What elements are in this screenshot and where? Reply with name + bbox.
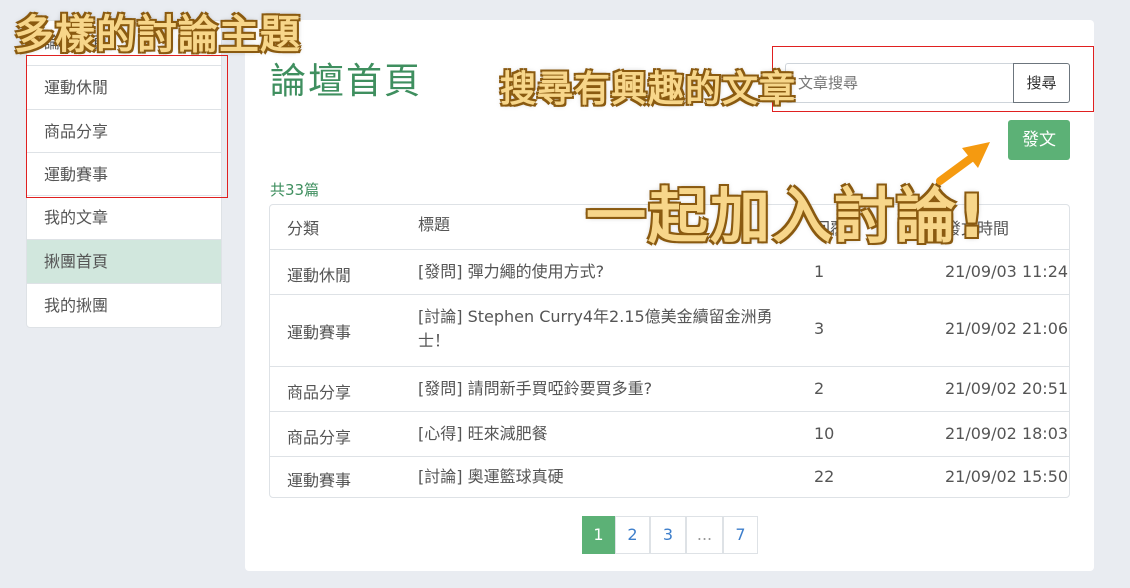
row-replies: 3 bbox=[814, 319, 825, 338]
row-category: 商品分享 bbox=[287, 428, 352, 447]
sidebar-item-my-groups[interactable]: 我的揪團 bbox=[27, 283, 221, 327]
row-time: 21/09/02 15:50 bbox=[945, 467, 1069, 486]
sidebar-item-group-home[interactable]: 揪團首頁 bbox=[27, 239, 221, 283]
page-button-7[interactable]: 7 bbox=[723, 516, 758, 554]
row-time: 21/09/02 18:03 bbox=[945, 424, 1069, 443]
header-replies: 回覆 bbox=[814, 219, 847, 238]
row-title-link[interactable]: [討論] Stephen Curry4年2.15億美金續留金洲勇士！ bbox=[418, 305, 788, 353]
row-replies: 1 bbox=[814, 262, 825, 281]
sidebar-item-product-share[interactable]: 商品分享 bbox=[27, 109, 221, 153]
row-replies: 22 bbox=[814, 467, 835, 486]
row-title-link[interactable]: [發問] 請問新手買啞鈴要買多重? bbox=[418, 377, 788, 401]
page-button-1[interactable]: 1 bbox=[582, 516, 615, 554]
row-title-link[interactable]: [發問] 彈力繩的使用方式? bbox=[418, 260, 788, 284]
search-input[interactable] bbox=[785, 63, 1013, 103]
row-category: 運動休閒 bbox=[287, 266, 352, 285]
table-row[interactable]: 運動休閒 [發問] 彈力繩的使用方式? 1 21/09/03 11:24 bbox=[270, 249, 1069, 295]
page-title: 論壇首頁 bbox=[270, 61, 423, 102]
header-title: 標題 bbox=[418, 215, 451, 234]
row-time: 21/09/02 21:06 bbox=[945, 319, 1069, 338]
row-title-link[interactable]: [討論] 奧運籃球真硬 bbox=[418, 465, 788, 489]
table-header: 分類 標題 回覆 發文時間 bbox=[270, 205, 1069, 249]
row-time: 21/09/03 11:24 bbox=[945, 262, 1069, 281]
sidebar-item-my-articles[interactable]: 我的文章 bbox=[27, 195, 221, 239]
sidebar-item-forum-home[interactable]: 論壇首頁 bbox=[27, 21, 221, 65]
sidebar-item-sports-leisure[interactable]: 運動休閒 bbox=[27, 65, 221, 109]
sidebar-item-sports-events[interactable]: 運動賽事 bbox=[27, 152, 221, 196]
page-button-3[interactable]: 3 bbox=[650, 516, 686, 554]
sidebar: 論壇首頁 運動休閒 商品分享 運動賽事 我的文章 揪團首頁 我的揪團 bbox=[26, 20, 222, 328]
article-table: 分類 標題 回覆 發文時間 運動休閒 [發問] 彈力繩的使用方式? 1 21/0… bbox=[269, 204, 1070, 498]
row-category: 商品分享 bbox=[287, 383, 352, 402]
table-row[interactable]: 運動賽事 [討論] Stephen Curry4年2.15億美金續留金洲勇士！ … bbox=[270, 294, 1069, 367]
page-button-2[interactable]: 2 bbox=[615, 516, 650, 554]
row-replies: 2 bbox=[814, 379, 825, 398]
page-ellipsis: ... bbox=[686, 516, 723, 554]
article-count: 共33篇 bbox=[270, 181, 320, 199]
row-category: 運動賽事 bbox=[287, 323, 352, 342]
header-post-time: 發文時間 bbox=[945, 219, 1010, 238]
table-row[interactable]: 運動賽事 [討論] 奧運籃球真硬 22 21/09/02 15:50 bbox=[270, 456, 1069, 498]
table-row[interactable]: 商品分享 [發問] 請問新手買啞鈴要買多重? 2 21/09/02 20:51 bbox=[270, 366, 1069, 412]
row-replies: 10 bbox=[814, 424, 835, 443]
row-time: 21/09/02 20:51 bbox=[945, 379, 1069, 398]
post-button[interactable]: 發文 bbox=[1008, 120, 1070, 160]
row-title-link[interactable]: [心得] 旺來減肥餐 bbox=[418, 422, 788, 446]
header-category: 分類 bbox=[287, 219, 320, 238]
search-button[interactable]: 搜尋 bbox=[1013, 63, 1070, 103]
table-row[interactable]: 商品分享 [心得] 旺來減肥餐 10 21/09/02 18:03 bbox=[270, 411, 1069, 457]
row-category: 運動賽事 bbox=[287, 471, 352, 490]
